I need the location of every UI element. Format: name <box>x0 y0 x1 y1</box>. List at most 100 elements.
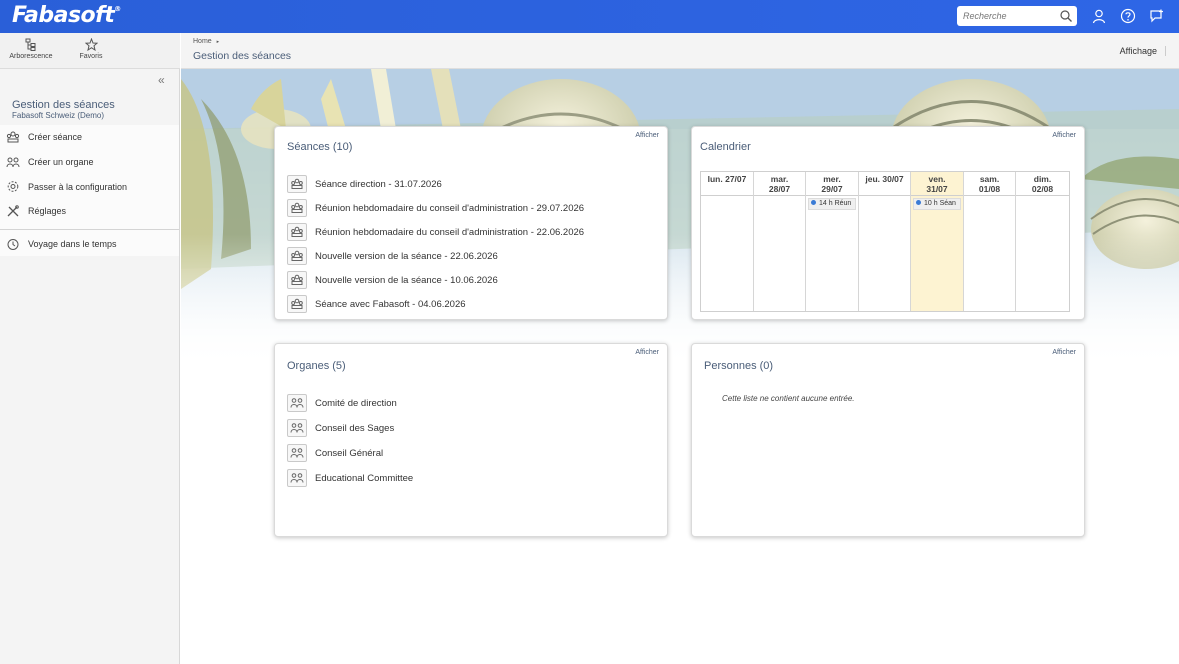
meeting-list-item[interactable]: Réunion hebdomadaire du conseil d'admini… <box>287 222 584 242</box>
tools-icon <box>7 205 19 217</box>
organ-name: Educational Committee <box>315 472 414 484</box>
persons-show-link[interactable]: Afficher <box>1052 349 1076 356</box>
page-title: Gestion des séances <box>193 50 292 62</box>
meeting-title: Réunion hebdomadaire du conseil d'admini… <box>315 202 585 214</box>
breadcrumb-bar: Home ▸ Gestion des séances Affichage <box>181 33 1179 69</box>
organs-card-title[interactable]: Organes (5) <box>287 360 346 372</box>
calendar-day-column[interactable]: jeu. 30/07 <box>859 172 911 311</box>
clock-icon <box>7 238 19 250</box>
top-bar: Fabasoft® <box>0 0 1179 33</box>
organ-list-item[interactable]: Conseil des Sages <box>287 418 394 438</box>
configuration-label: Passer à la configuration <box>28 181 128 192</box>
meeting-icon <box>287 247 307 265</box>
view-menu-button[interactable]: Affichage <box>1120 46 1166 56</box>
sidebar-divider <box>0 224 179 230</box>
empty-list-message: Cette liste ne contient aucune entrée. <box>722 394 855 403</box>
calendar-day-column[interactable]: mar. 28/07 <box>754 172 806 311</box>
create-organ-action[interactable]: Créer un organe <box>0 150 179 175</box>
create-organ-label: Créer un organe <box>28 157 94 168</box>
calendar-day-column[interactable]: lun. 27/07 <box>701 172 754 311</box>
meeting-list-item[interactable]: Nouvelle version de la séance - 10.06.20… <box>287 270 498 290</box>
organ-name: Conseil des Sages <box>315 422 395 434</box>
meeting-icon <box>287 175 307 193</box>
meeting-title: Séance avec Fabasoft - 04.06.2026 <box>315 298 466 310</box>
tree-view-button[interactable]: Arborescence <box>8 38 54 60</box>
calendar-card: Afficher Calendrier lun. 27/07 mar. 28/07… <box>691 126 1085 320</box>
calendar-day-header: dim. 02/08 <box>1016 172 1069 196</box>
tree-icon <box>25 38 36 51</box>
sidebar: Arborescence Favoris « Gestion des séanc… <box>0 33 180 664</box>
meetings-card-title[interactable]: Séances (10) <box>287 141 352 153</box>
meeting-icon <box>287 295 307 313</box>
group-icon <box>287 469 307 487</box>
group-icon <box>287 444 307 462</box>
create-meeting-action[interactable]: Créer séance <box>0 125 179 150</box>
breadcrumb-home[interactable]: Home <box>193 38 212 45</box>
meeting-icon <box>287 199 307 217</box>
sidebar-subtitle: Fabasoft Schweiz (Demo) <box>12 111 105 120</box>
gear-icon <box>7 181 19 193</box>
calendar-day-header: lun. 27/07 <box>701 172 753 196</box>
calendar-day-column[interactable]: sam. 01/08 <box>964 172 1016 311</box>
time-travel-action[interactable]: Voyage dans le temps <box>0 232 179 257</box>
calendar-day-header: mer. 29/07 <box>806 172 858 196</box>
sidebar-actions: Créer séance Créer un organe Passer à la… <box>0 125 179 257</box>
star-icon <box>84 38 98 51</box>
favorites-button[interactable]: Favoris <box>70 38 112 60</box>
breadcrumb-separator: ▸ <box>216 39 220 45</box>
group-icon <box>287 394 307 412</box>
organs-show-link[interactable]: Afficher <box>635 349 659 356</box>
meeting-title: Nouvelle version de la séance - 22.06.20… <box>315 250 498 262</box>
meeting-icon <box>6 131 20 143</box>
configuration-action[interactable]: Passer à la configuration <box>0 174 179 199</box>
calendar-day-header: ven. 31/07 <box>911 172 963 196</box>
calendar-day-header: mar. 28/07 <box>754 172 805 196</box>
meeting-icon <box>287 223 307 241</box>
settings-action[interactable]: Réglages <box>0 199 179 224</box>
feedback-icon[interactable] <box>1149 8 1165 24</box>
meeting-title: Réunion hebdomadaire du conseil d'admini… <box>315 226 585 238</box>
organs-card: Afficher Organes (5) Comité de direction… <box>274 343 668 537</box>
meetings-show-link[interactable]: Afficher <box>635 132 659 139</box>
meeting-list-item[interactable]: Séance avec Fabasoft - 04.06.2026 <box>287 294 466 314</box>
calendar-day-header: jeu. 30/07 <box>859 172 910 196</box>
search-icon[interactable] <box>1059 9 1073 23</box>
calendar-event[interactable]: 10 h Séan <box>913 198 961 210</box>
calendar-day-header: sam. 01/08 <box>964 172 1015 196</box>
organ-list-item[interactable]: Conseil Général <box>287 443 383 463</box>
meeting-list-item[interactable]: Réunion hebdomadaire du conseil d'admini… <box>287 198 584 218</box>
persons-card-title[interactable]: Personnes (0) <box>704 360 773 372</box>
search-box[interactable] <box>957 6 1077 26</box>
calendar-event[interactable]: 14 h Réun <box>808 198 856 210</box>
organ-name: Comité de direction <box>315 397 397 409</box>
user-icon[interactable] <box>1091 8 1107 24</box>
meeting-icon <box>287 271 307 289</box>
meeting-title: Nouvelle version de la séance - 10.06.20… <box>315 274 498 286</box>
sidebar-toolbar: Arborescence Favoris <box>0 33 180 69</box>
calendar-day-column[interactable]: mer. 29/07 14 h Réun <box>806 172 859 311</box>
settings-label: Réglages <box>28 206 67 217</box>
meeting-title: Séance direction - 31.07.2026 <box>315 178 442 190</box>
calendar-day-column[interactable]: dim. 02/08 <box>1016 172 1069 311</box>
persons-card: Afficher Personnes (0) Cette liste ne co… <box>691 343 1085 537</box>
create-meeting-label: Créer séance <box>28 132 83 143</box>
help-icon[interactable] <box>1120 8 1136 24</box>
fabasoft-logo[interactable]: Fabasoft® <box>12 3 121 28</box>
event-dot-icon <box>916 199 921 205</box>
favorites-label: Favoris <box>79 53 103 60</box>
calendar-show-link[interactable]: Afficher <box>1052 132 1076 139</box>
meeting-list-item[interactable]: Séance direction - 31.07.2026 <box>287 174 442 194</box>
search-input[interactable] <box>963 9 1055 23</box>
organ-name: Conseil Général <box>315 447 384 459</box>
time-travel-label: Voyage dans le temps <box>28 239 117 250</box>
meetings-card: Afficher Séances (10) Séance direction -… <box>274 126 668 320</box>
organ-list-item[interactable]: Educational Committee <box>287 468 413 488</box>
calendar-day-column-today[interactable]: ven. 31/07 10 h Séan <box>911 172 964 311</box>
group-icon <box>6 157 20 167</box>
sidebar-title: Gestion des séances <box>12 99 115 111</box>
meeting-list-item[interactable]: Nouvelle version de la séance - 22.06.20… <box>287 246 498 266</box>
organ-list-item[interactable]: Comité de direction <box>287 393 397 413</box>
breadcrumb: Home ▸ <box>193 38 219 45</box>
collapse-sidebar-icon[interactable]: « <box>158 73 165 87</box>
calendar-card-title[interactable]: Calendrier <box>700 141 751 153</box>
